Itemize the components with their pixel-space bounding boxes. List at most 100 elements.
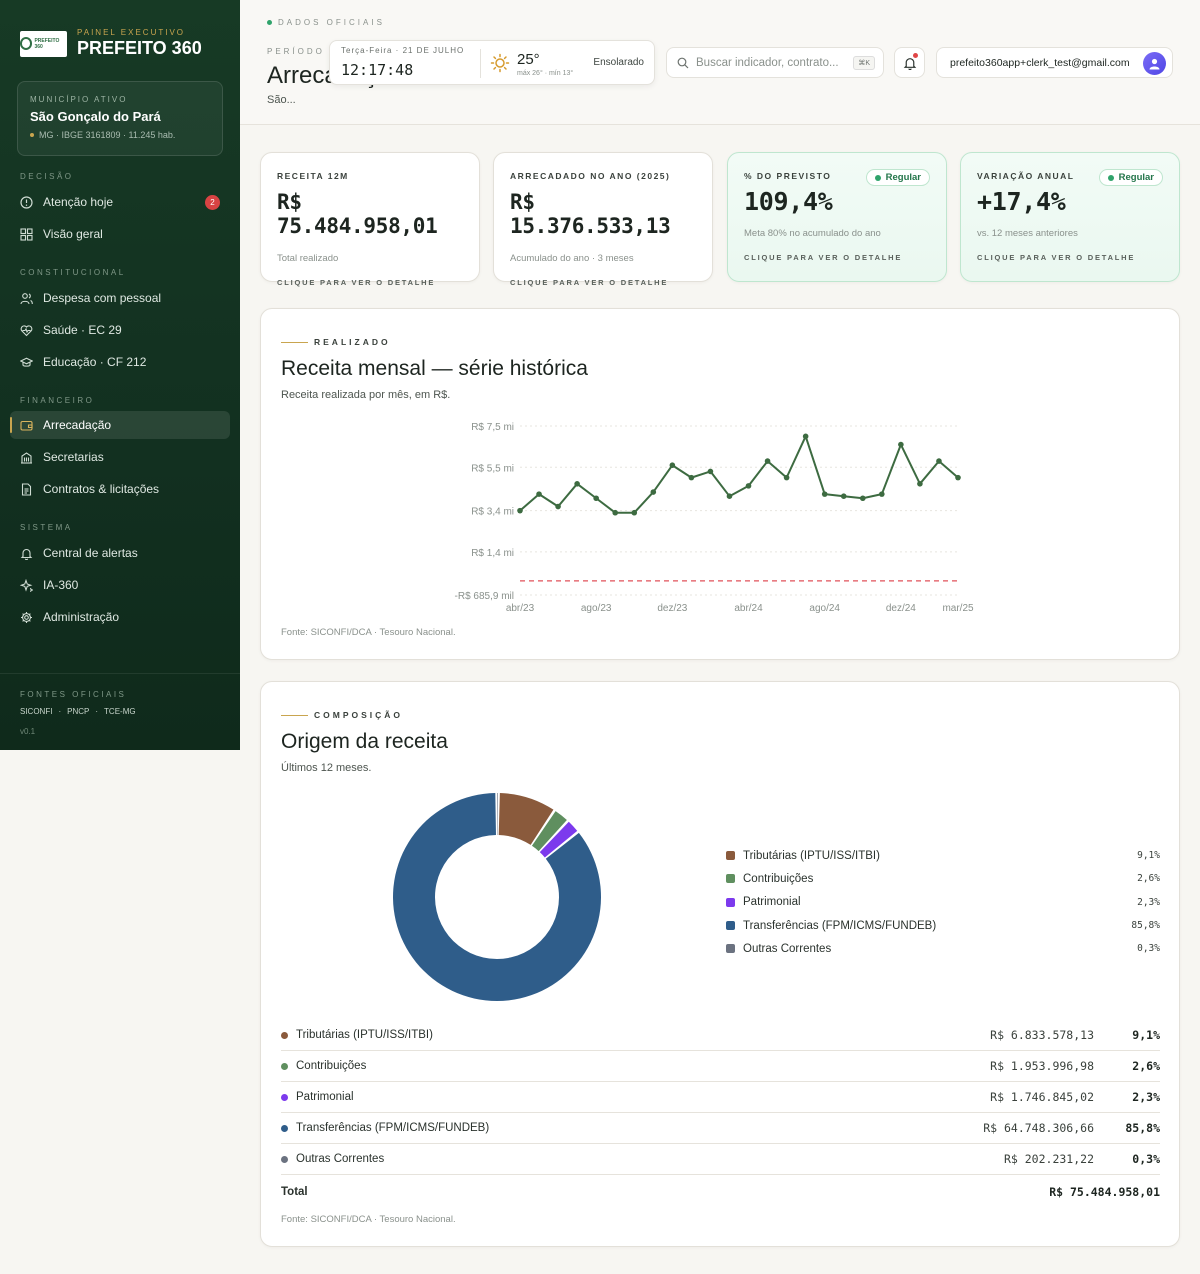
chart-source: Fonte: SICONFI/DCA · Tesouro Nacional. [281,627,456,638]
legend-item[interactable]: Outras Correntes 0,3% [726,937,1160,960]
category-label: Outras Correntes [296,1153,385,1165]
category-label: Patrimonial [296,1091,354,1103]
data-point[interactable] [764,458,771,464]
sidebar-item-administracao[interactable]: Administração [10,603,230,631]
brand[interactable]: PREFEITO 360 PAINEL EXECUTIVO PREFEITO 3… [20,28,202,59]
legend-swatch [726,851,735,861]
gear-icon [20,611,33,624]
graduation-cap-icon [20,356,33,369]
total-value: R$ 75.484.958,01 [1049,1184,1160,1199]
data-point[interactable] [955,474,961,481]
category-percent: 0,3% [1132,1152,1160,1166]
fonte-link-pncp[interactable]: PNCP [67,707,89,716]
legend-swatch [726,897,735,907]
user-icon [1149,58,1160,70]
sidebar-item-label: Administração [43,610,120,624]
legend-item[interactable]: Tributárias (IPTU/ISS/ITBI) 9,1% [726,844,1160,867]
data-point[interactable] [707,468,714,475]
data-point[interactable] [879,491,885,497]
user-menu-button[interactable]: prefeito360app+clerk_test@gmail.com [936,47,1173,78]
sidebar-item-atencao[interactable]: Atenção hoje 2 [10,188,230,216]
data-point[interactable] [745,483,752,489]
sidebar-item-visao-geral[interactable]: Visão geral [10,220,230,248]
data-point[interactable] [726,493,733,499]
table-row[interactable]: Contribuições R$ 1.953.996,98 2,6% [281,1051,1160,1082]
category-label: Transferências (FPM/ICMS/FUNDEB) [296,1122,490,1134]
sidebar-item-alertas[interactable]: Central de alertas [10,539,230,567]
data-point[interactable] [821,491,828,497]
sidebar-item-ia360[interactable]: IA-360 [10,571,230,599]
logo: PREFEITO 360 [20,30,67,57]
notifications-button[interactable] [894,47,925,78]
kpi-note: Acumulado do ano · 3 meses [510,253,634,264]
y-tick-label: R$ 3,4 mi [471,507,514,518]
donut-slice[interactable] [497,793,498,836]
kpi-card-arrecadado-ano[interactable]: ARRECADADO NO ANO (2025) R$ 15.376.533,1… [493,152,713,287]
legend-item[interactable]: Contribuições 2,6% [726,867,1160,890]
kpi-card-percentual-previsto[interactable]: % DO PREVISTO Regular 109,4% Meta 80% no… [727,152,947,282]
search-box[interactable]: ⌘K [666,47,884,78]
x-tick-label: ago/24 [809,603,840,614]
heart-pulse-icon [20,324,33,337]
data-point[interactable] [631,509,638,516]
data-point[interactable] [917,481,923,487]
data-point[interactable] [574,481,580,487]
kpi-note: Meta 80% no acumulado do ano [744,228,881,239]
data-point[interactable] [688,474,695,481]
municipio-kicker: MUNICÍPIO ATIVO [30,95,128,104]
data-point[interactable] [536,491,542,497]
kpi-card-receita-12m[interactable]: RECEITA 12M R$ 75.484.958,01 Total reali… [260,152,480,287]
sidebar-item-secretarias[interactable]: Secretarias [10,443,230,471]
table-row[interactable]: Outras Correntes R$ 202.231,22 0,3% [281,1144,1160,1175]
sidebar-item-pessoal[interactable]: Despesa com pessoal [10,284,230,312]
data-point[interactable] [936,458,942,464]
table-row[interactable]: Transferências (FPM/ICMS/FUNDEB) R$ 64.74… [281,1113,1160,1144]
kpi-detail-link[interactable]: CLIQUE PARA VER O DETALHE [744,253,930,262]
origem-donut-chart[interactable] [387,787,607,1007]
kpi-card-variacao-anual[interactable]: VARIAÇÃO ANUAL Regular +17,4% vs. 12 mes… [960,152,1180,282]
table-row[interactable]: Tributárias (IPTU/ISS/ITBI) R$ 6.833.578,… [281,1020,1160,1051]
category-dot-icon [281,1155,288,1163]
fonte-link-tcemg[interactable]: TCE-MG [104,707,136,716]
data-point[interactable] [783,474,790,481]
table-row[interactable]: Patrimonial R$ 1.746.845,02 2,3% [281,1082,1160,1113]
data-point[interactable] [840,493,847,499]
category-value: R$ 1.746.845,02 [990,1090,1094,1104]
kpi-label: RECEITA 12M [277,171,349,181]
kpi-detail-link[interactable]: CLIQUE PARA VER O DETALHE [510,278,696,287]
origem-receita-panel: COMPOSIÇÃO Origem da receita Últimos 12 … [260,681,1180,1247]
kpi-detail-link[interactable]: CLIQUE PARA VER O DETALHE [977,253,1163,262]
y-tick-label: R$ 7,5 mi [471,422,514,433]
legend-swatch [726,921,735,931]
user-email: prefeito360app+clerk_test@gmail.com [950,56,1130,69]
legend-item[interactable]: Transferências (FPM/ICMS/FUNDEB) 85,8% [726,914,1160,937]
data-point[interactable] [650,489,657,495]
kpi-detail-link[interactable]: CLIQUE PARA VER O DETALHE [277,278,463,287]
sparkles-icon [20,578,33,592]
data-point[interactable] [669,462,676,469]
data-point[interactable] [555,503,561,510]
sidebar-item-label: Educação · CF 212 [43,355,147,369]
data-point[interactable] [802,433,809,440]
data-point[interactable] [612,509,619,516]
data-point[interactable] [593,495,599,502]
data-point[interactable] [859,495,866,502]
receita-line-chart[interactable]: R$ 7,5 mi R$ 5,5 mi R$ 3,4 mi R$ 1,4 mi -R$ … [261,414,1179,629]
legend-item[interactable]: Patrimonial 2,3% [726,891,1160,914]
sidebar-item-saude[interactable]: Saúde · EC 29 [10,316,230,344]
fonte-link-siconfi[interactable]: SICONFI [20,707,52,716]
data-point[interactable] [898,441,904,448]
data-point[interactable] [517,507,523,514]
sidebar: PREFEITO 360 PAINEL EXECUTIVO PREFEITO 3… [0,0,240,750]
logo-mark-icon [20,37,33,50]
fontes-kicker: FONTES OFICIAIS [20,690,127,699]
building-icon [20,451,33,464]
municipio-card[interactable]: MUNICÍPIO ATIVO São Gonçalo do Pará MG ·… [17,81,223,156]
sidebar-item-educacao[interactable]: Educação · CF 212 [10,348,230,376]
status-dot-icon [874,174,881,181]
search-input[interactable] [696,56,846,69]
sidebar-item-contratos[interactable]: Contratos & licitações [10,475,230,503]
brand-kicker: PAINEL EXECUTIVO [77,28,186,37]
sidebar-item-arrecadacao[interactable]: Arrecadação [10,411,230,439]
kpi-value: R$ 15.376.533,13 [510,190,671,238]
